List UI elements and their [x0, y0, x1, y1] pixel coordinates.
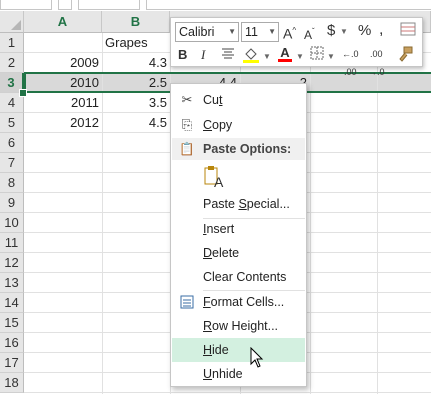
increase-decimal-icon[interactable]: ←.0.00	[342, 45, 359, 81]
decrease-decimal-icon[interactable]: .00 →.0	[368, 45, 385, 81]
menu-label-delete: Delete	[203, 246, 240, 260]
menu-label-copy: Copy	[203, 118, 233, 132]
menu-label-format-cells: Format Cells...	[203, 295, 285, 309]
row-header[interactable]: 14	[0, 293, 24, 313]
grow-font-icon[interactable]: A^	[283, 22, 296, 43]
cell-b5[interactable]: 4.5	[102, 113, 170, 133]
svg-text:A: A	[214, 174, 224, 190]
menu-item-format-cells[interactable]: Format Cells...	[172, 290, 305, 314]
mouse-pointer-icon	[250, 346, 264, 372]
row-header[interactable]: 2	[0, 53, 24, 73]
grid-hline	[24, 392, 431, 393]
font-size-box[interactable]: 11 ▼	[241, 22, 279, 42]
shrink-font-icon[interactable]: Aˇ	[304, 23, 315, 44]
menu-item-clear-contents[interactable]: Clear Contents	[172, 265, 305, 289]
select-all-corner[interactable]	[0, 11, 24, 33]
row-header[interactable]: 1	[0, 33, 24, 53]
context-menu: ✂ Cut ⎘ Copy 📋 Paste Options: A Paste Sp…	[170, 83, 307, 387]
row-header[interactable]: 11	[0, 233, 24, 253]
menu-item-delete[interactable]: Delete	[172, 241, 305, 265]
mini-toolbar: Calibri ▼ 11 ▼ A^ Aˇ $ ▼ % , B I ▼ A ▼ ▼…	[170, 17, 423, 77]
cell-a4[interactable]: 2011	[24, 93, 102, 113]
row-header[interactable]: 6	[0, 133, 24, 153]
menu-label-insert: Insert	[203, 222, 235, 236]
formula-bar-buttons[interactable]	[78, 0, 140, 10]
chevron-down-icon[interactable]: ▼	[327, 48, 335, 66]
shrink-font-letter: A	[304, 28, 313, 42]
cell-b1[interactable]: Grapes	[102, 33, 170, 53]
format-cells-icon	[178, 290, 196, 317]
comma-style-icon[interactable]: ,	[379, 21, 383, 39]
chevron-down-icon[interactable]: ▼	[340, 23, 348, 41]
menu-label-row-height: Row Height...	[203, 319, 279, 333]
scissors-icon: ✂	[181, 92, 193, 107]
format-painter-icon[interactable]	[396, 45, 414, 68]
row-header[interactable]: 17	[0, 353, 24, 373]
font-color-icon[interactable]: A	[278, 44, 292, 62]
cell-a5[interactable]: 2012	[24, 113, 102, 133]
italic-button[interactable]: I	[201, 46, 205, 64]
formula-bar-strip	[0, 0, 431, 11]
clipboard-icon: 📋	[179, 142, 195, 156]
row-header[interactable]: 5	[0, 113, 24, 133]
fill-color-icon[interactable]	[242, 45, 260, 68]
chevron-down-icon[interactable]: ▼	[296, 48, 304, 66]
row-header[interactable]: 10	[0, 213, 24, 233]
paste-values-button[interactable]: A	[172, 162, 305, 192]
menu-label-unhide: Unhide	[203, 367, 243, 381]
menu-label-clear-contents: Clear Contents	[203, 270, 287, 284]
menu-item-cut[interactable]: ✂ Cut	[172, 88, 305, 112]
currency-symbol: $	[327, 22, 336, 39]
chevron-down-icon[interactable]: ▼	[228, 23, 236, 41]
paste-options-label: Paste Options:	[203, 142, 292, 156]
comma-symbol: ,	[379, 21, 384, 38]
menu-item-paste-special[interactable]: Paste Special...	[172, 192, 305, 216]
menu-item-unhide[interactable]: Unhide	[172, 362, 305, 386]
menu-label-hide: Hide	[203, 343, 229, 357]
currency-icon[interactable]: $	[327, 22, 335, 40]
formula-bar-divider	[58, 0, 72, 10]
borders-icon[interactable]	[310, 46, 324, 65]
menu-item-insert[interactable]: Insert	[172, 217, 305, 241]
paste-options-header: 📋 Paste Options:	[172, 138, 305, 160]
font-name-value: Calibri	[179, 25, 215, 39]
menu-label-cut: Cut	[203, 93, 223, 107]
chevron-down-icon[interactable]: ▼	[268, 23, 276, 41]
grow-font-letter: A	[283, 25, 293, 42]
percent-icon[interactable]: %	[358, 22, 371, 40]
row-header[interactable]: 12	[0, 253, 24, 273]
cell-a2[interactable]: 2009	[24, 53, 102, 73]
menu-item-copy[interactable]: ⎘ Copy	[172, 113, 305, 137]
cell-b4[interactable]: 3.5	[102, 93, 170, 113]
copy-icon: ⎘	[181, 117, 193, 132]
menu-item-hide[interactable]: Hide	[172, 338, 305, 362]
column-header-a[interactable]: A	[24, 11, 102, 33]
menu-item-row-height[interactable]: Row Height...	[172, 314, 305, 338]
font-name-box[interactable]: Calibri ▼	[175, 22, 239, 42]
row-header[interactable]: 16	[0, 333, 24, 353]
row-header[interactable]: 7	[0, 153, 24, 173]
row-header[interactable]: 8	[0, 173, 24, 193]
font-color-letter: A	[280, 45, 290, 60]
cell-b2[interactable]: 4.3	[102, 53, 170, 73]
formula-input[interactable]	[146, 0, 431, 10]
align-center-icon[interactable]	[221, 46, 235, 65]
bold-button[interactable]: B	[178, 46, 187, 64]
font-size-value: 11	[245, 25, 258, 39]
row-header[interactable]: 9	[0, 193, 24, 213]
column-header-b[interactable]: B	[102, 11, 170, 33]
row-header[interactable]: 15	[0, 313, 24, 333]
chevron-down-icon[interactable]: ▼	[263, 48, 271, 66]
percent-symbol: %	[358, 22, 372, 39]
menu-label-paste-special: Paste Special...	[203, 197, 290, 211]
row-header[interactable]: 13	[0, 273, 24, 293]
fill-handle[interactable]	[19, 89, 27, 97]
row-header[interactable]: 18	[0, 373, 24, 393]
table-format-icon[interactable]	[400, 21, 416, 42]
name-box[interactable]	[0, 0, 52, 10]
